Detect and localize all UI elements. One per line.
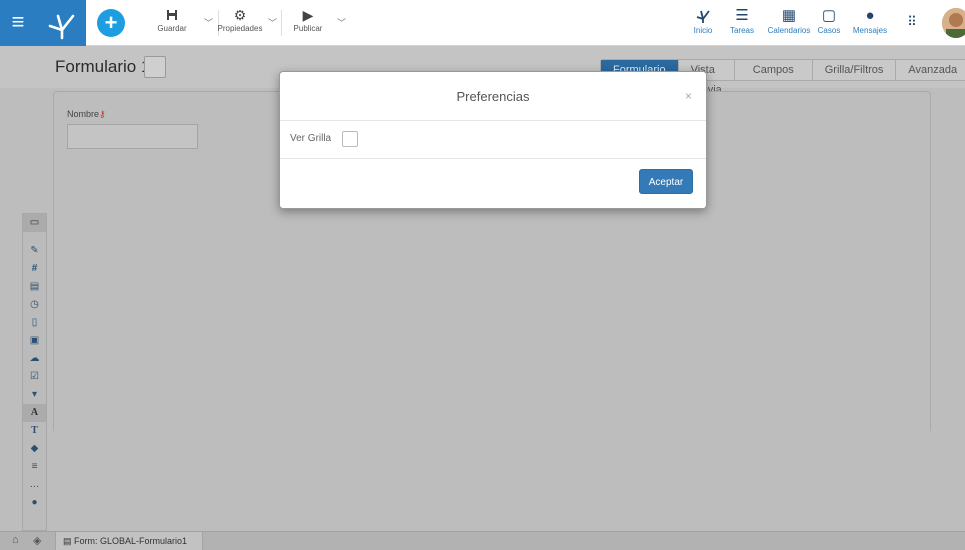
nombre-input[interactable] — [67, 124, 198, 149]
play-icon: ▶ — [302, 7, 314, 23]
monitor-icon[interactable]: ▭ — [23, 214, 46, 232]
grid-icon: ⠿ — [907, 14, 917, 29]
cloud-icon[interactable]: ☁ — [23, 350, 46, 368]
clock-icon[interactable]: ◷ — [23, 296, 46, 314]
square-icon: ▢ — [821, 7, 837, 24]
hamburger-icon[interactable]: ≡ — [0, 0, 36, 46]
ver-grilla-checkbox[interactable] — [342, 131, 358, 147]
nav-inicio-label: Inicio — [693, 26, 713, 35]
calendar-icon: ▦ — [781, 7, 797, 24]
ver-grilla-label: Ver Grilla — [290, 133, 332, 144]
properties-button[interactable]: ⚙ Propiedades — [212, 6, 268, 42]
tab-avanzada[interactable]: Avanzada — [896, 60, 965, 80]
calendar-icon[interactable]: ▤ — [23, 278, 46, 296]
publish-label: Publicar — [293, 24, 323, 33]
modal-body: Ver Grilla — [280, 121, 706, 159]
edit-icon[interactable]: ✎ — [23, 242, 46, 260]
avatar[interactable] — [942, 8, 965, 38]
properties-dropdown-caret[interactable]: ﹀ — [268, 16, 277, 29]
ellipsis-icon[interactable]: … — [23, 476, 46, 494]
accept-button[interactable]: Aceptar — [639, 169, 693, 194]
apps-grid-button[interactable]: ⠿ — [902, 12, 922, 48]
modal-footer: Aceptar — [280, 159, 706, 208]
text-A-icon[interactable]: A — [23, 404, 46, 422]
tab-grilla-filtros[interactable]: Grilla/Filtros — [813, 60, 897, 80]
open-form-tab[interactable]: ▤ Form: GLOBAL-Formulario1 ✖ — [55, 532, 203, 550]
dropdown-icon[interactable]: ▾ — [23, 386, 46, 404]
hash-icon[interactable]: # — [23, 260, 46, 278]
bottom-bar: ⌂ ◈ ▤ Form: GLOBAL-Formulario1 ✖ — [0, 531, 965, 550]
cube-icon[interactable]: ◈ — [33, 534, 41, 547]
properties-label: Propiedades — [217, 24, 263, 33]
preferences-modal: Preferencias × Ver Grilla Aceptar — [279, 71, 707, 209]
tab-campos[interactable]: Campos — [735, 60, 813, 80]
text-T-icon[interactable]: T — [23, 422, 46, 440]
divider — [281, 10, 282, 36]
gear-icon: ⚙ — [233, 7, 247, 23]
form-tab-icon: ▤ — [63, 536, 72, 546]
tag-icon[interactable]: ◆ — [23, 440, 46, 458]
checkbox-icon[interactable]: ☑ — [23, 368, 46, 386]
floppy-icon — [148, 6, 196, 24]
nav-mensajes-label: Mensajes — [852, 26, 888, 35]
modal-title: Preferencias — [456, 89, 530, 104]
close-icon[interactable]: × — [685, 89, 692, 103]
publish-dropdown-caret[interactable]: ﹀ — [337, 16, 346, 29]
new-plus-button[interactable]: + — [97, 9, 125, 37]
modal-header: Preferencias × — [280, 72, 706, 121]
nav-casos[interactable]: ▢ Casos — [815, 6, 843, 42]
home-logo-icon — [688, 6, 718, 26]
nav-tareas-label: Tareas — [729, 26, 754, 35]
field-palette: ▭ ✎ # ▤ ◷ ▯ ▣ ☁ ☑ ▾ A T ◆ ≡ … ● — [22, 213, 47, 531]
nav-calendarios[interactable]: ▦ Calendarios — [764, 6, 814, 42]
nav-inicio[interactable]: Inicio — [688, 6, 718, 42]
file-icon[interactable]: ▯ — [23, 314, 46, 332]
publish-button[interactable]: ▶ Publicar — [288, 6, 328, 42]
circle-icon[interactable]: ● — [23, 494, 46, 512]
deyel-logo-icon[interactable] — [36, 0, 86, 46]
top-toolbar: ≡ + Guardar ﹀ ⚙ Propiedades ﹀ ▶ Publicar… — [0, 0, 965, 46]
tasks-icon: ☰ — [735, 7, 749, 24]
home-icon[interactable]: ⌂ — [12, 534, 19, 546]
save-button[interactable]: Guardar — [148, 6, 196, 42]
page-title: Formulario 1 — [55, 57, 151, 76]
form-tab-label: Form: GLOBAL-Formulario1 — [74, 536, 188, 546]
nav-tareas[interactable]: ☰ Tareas — [727, 6, 757, 42]
save-label: Guardar — [157, 24, 187, 33]
nav-casos-label: Casos — [817, 26, 841, 35]
form-icon-box[interactable] — [144, 56, 166, 78]
required-key-icon: ⚷ — [99, 109, 106, 119]
field-label-text: Nombre — [67, 109, 100, 119]
nav-calendarios-label: Calendarios — [767, 26, 811, 35]
field-label: Nombre⚷ — [67, 109, 106, 120]
chat-bubble-icon: ● — [865, 7, 875, 24]
image-icon[interactable]: ▣ — [23, 332, 46, 350]
nav-mensajes[interactable]: ● Mensajes — [850, 6, 890, 42]
align-icon[interactable]: ≡ — [23, 458, 46, 476]
